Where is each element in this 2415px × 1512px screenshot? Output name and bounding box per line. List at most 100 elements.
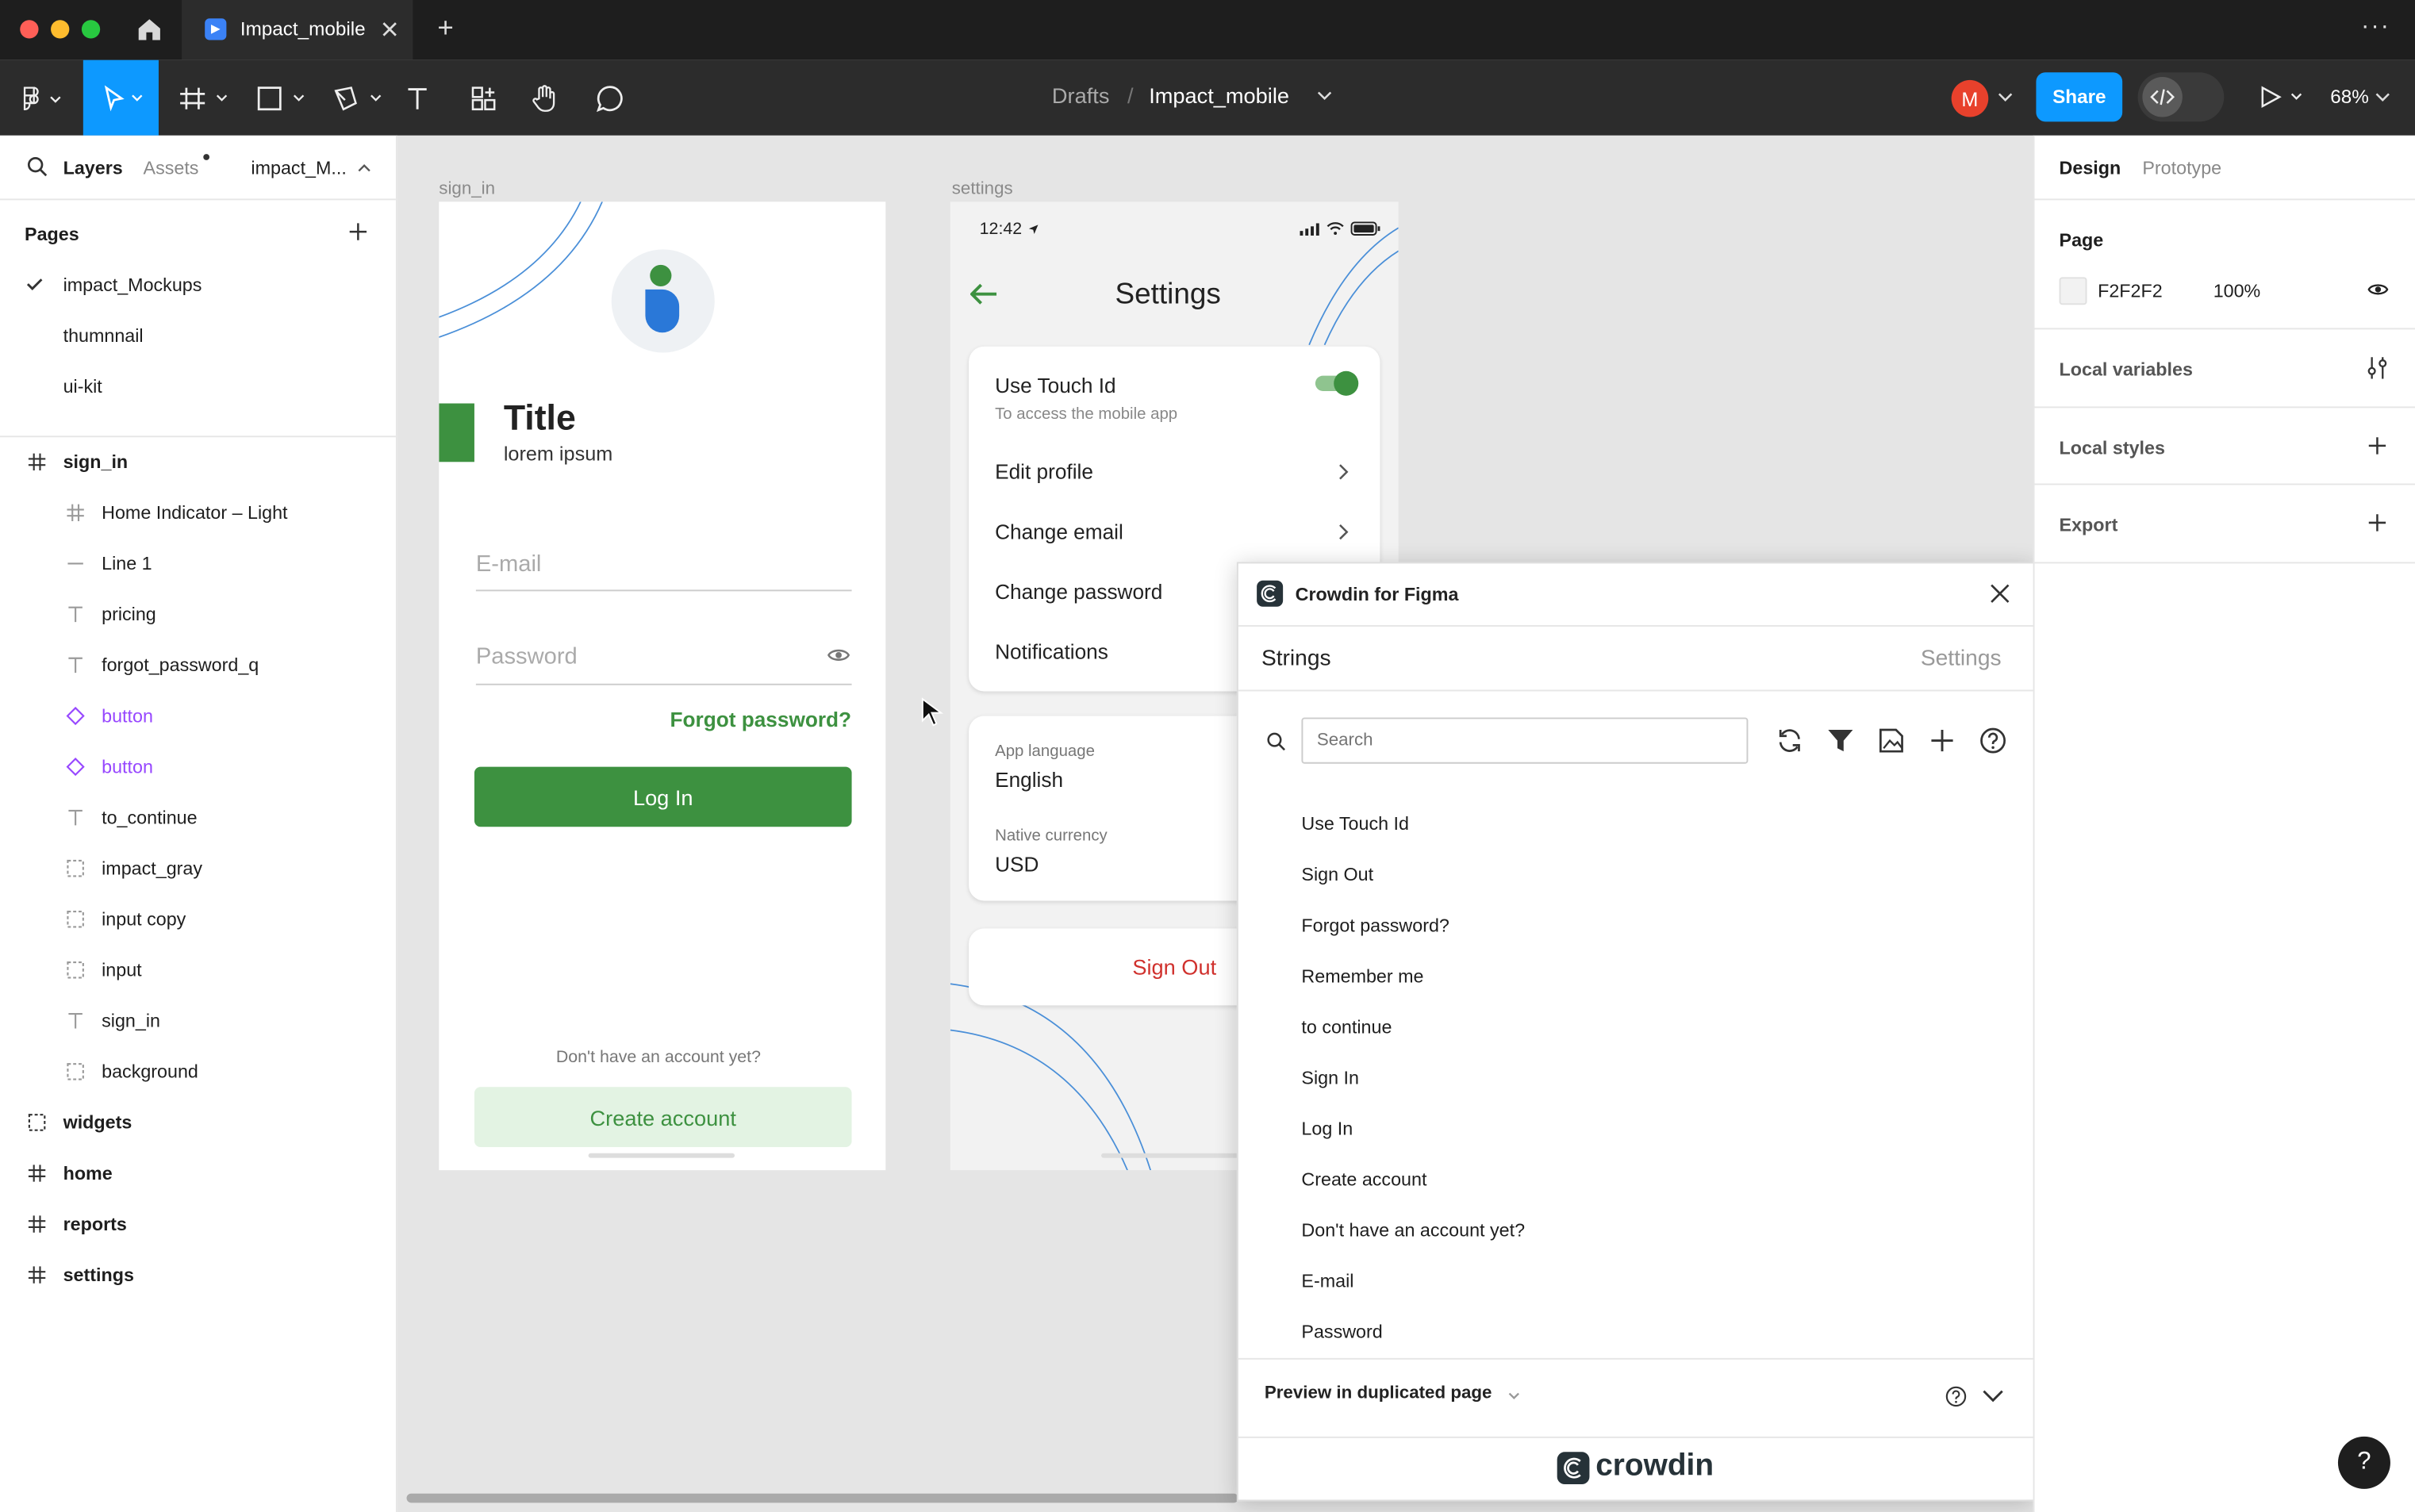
page-color-swatch[interactable] <box>2059 277 2087 305</box>
string-item[interactable]: Sign Out <box>1301 864 1373 885</box>
eye-icon[interactable] <box>2367 282 2389 297</box>
change-password-item[interactable]: Change password <box>995 581 1162 604</box>
layer-item[interactable]: forgot_password_q <box>0 639 396 689</box>
close-icon[interactable] <box>1990 584 2010 604</box>
chevron-down-icon[interactable] <box>1998 91 2013 104</box>
page-item-impact-mockups[interactable]: impact_Mockups <box>0 259 396 309</box>
tab-layers[interactable]: Layers <box>63 157 123 178</box>
layer-item[interactable]: settings <box>0 1249 396 1299</box>
forgot-password-link[interactable]: Forgot password? <box>670 708 851 731</box>
frame-tool-button[interactable] <box>172 60 234 136</box>
hand-tool-button[interactable] <box>527 60 564 136</box>
back-arrow-icon[interactable] <box>970 283 998 305</box>
notifications-item[interactable]: Notifications <box>995 640 1108 663</box>
avatar[interactable]: M <box>1951 79 1989 117</box>
home-icon[interactable] <box>136 15 163 43</box>
shape-tool-button[interactable] <box>249 60 311 136</box>
add-icon[interactable] <box>1929 728 1954 753</box>
log-in-button[interactable]: Log In <box>474 766 852 827</box>
layer-item[interactable]: sign_in <box>0 436 396 486</box>
filter-icon[interactable] <box>1826 727 1854 754</box>
preview-dropdown[interactable]: Preview in duplicated page <box>1265 1384 1492 1403</box>
search-icon[interactable] <box>26 155 48 177</box>
layer-item[interactable]: impact_gray <box>0 842 396 893</box>
layer-item[interactable]: button <box>0 690 396 741</box>
breadcrumb-drafts[interactable]: Drafts <box>1052 83 1109 108</box>
local-styles-section[interactable]: Local styles <box>2034 408 2415 485</box>
app-language-value[interactable]: English <box>995 769 1063 792</box>
edit-profile-item[interactable]: Edit profile <box>995 460 1093 483</box>
layer-item[interactable]: Line 1 <box>0 537 396 588</box>
page-opacity-value[interactable]: 100% <box>2213 280 2261 301</box>
page-item-ui-kit[interactable]: ui-kit <box>0 360 396 411</box>
file-name[interactable]: Impact_mobile <box>1149 83 1289 108</box>
help-icon[interactable] <box>1945 1386 1967 1407</box>
layer-item[interactable]: button <box>0 741 396 792</box>
string-item[interactable]: Remember me <box>1301 965 1423 987</box>
layer-item[interactable]: reports <box>0 1198 396 1249</box>
text-tool-button[interactable] <box>399 60 436 136</box>
string-item[interactable]: Sign In <box>1301 1067 1359 1088</box>
frame-sign-in[interactable]: Title lorem ipsum E-mail Password Forgot… <box>439 201 886 1171</box>
tab-settings[interactable]: Settings <box>1921 647 2002 671</box>
tab-assets[interactable]: Assets <box>144 157 199 178</box>
refresh-icon[interactable] <box>1776 727 1803 754</box>
dev-mode-toggle[interactable] <box>2137 72 2225 122</box>
close-window-button[interactable] <box>20 20 39 39</box>
layer-item[interactable]: input <box>0 944 396 995</box>
change-email-item[interactable]: Change email <box>995 520 1123 543</box>
layer-item[interactable]: sign_in <box>0 995 396 1046</box>
eye-icon[interactable] <box>827 647 850 663</box>
file-tab[interactable]: Impact_mobile <box>182 0 413 60</box>
add-icon[interactable] <box>2367 512 2387 532</box>
string-item[interactable]: to continue <box>1301 1016 1392 1038</box>
add-icon[interactable] <box>2367 436 2387 455</box>
local-variables-section[interactable]: Local variables <box>2034 329 2415 409</box>
share-button[interactable]: Share <box>2036 72 2123 122</box>
native-currency-value[interactable]: USD <box>995 853 1039 876</box>
page-switcher[interactable]: impact_M... <box>251 157 346 178</box>
chevron-down-icon[interactable] <box>1317 90 1332 102</box>
present-button[interactable] <box>2258 85 2310 109</box>
variables-icon[interactable] <box>2366 355 2389 380</box>
string-item[interactable]: Don't have an account yet? <box>1301 1219 1525 1241</box>
search-input[interactable] <box>1301 717 1749 764</box>
zoom-level[interactable]: 68% <box>2330 86 2369 108</box>
frame-label-sign-in[interactable]: sign_in <box>439 180 495 198</box>
string-item[interactable]: Use Touch Id <box>1301 813 1409 835</box>
frame-label-settings[interactable]: settings <box>952 180 1013 198</box>
layer-item[interactable]: home <box>0 1147 396 1198</box>
email-field[interactable]: E-mail <box>476 551 542 578</box>
password-field[interactable]: Password <box>476 643 578 670</box>
new-tab-button[interactable]: + <box>437 13 453 45</box>
string-item[interactable]: Forgot password? <box>1301 915 1449 936</box>
pen-tool-button[interactable] <box>327 60 389 136</box>
page-item-thumnnail[interactable]: thumnnail <box>0 309 396 360</box>
touch-id-toggle[interactable] <box>1315 370 1359 396</box>
chevron-down-icon[interactable] <box>1508 1392 1521 1402</box>
string-item[interactable]: Create account <box>1301 1169 1426 1190</box>
layer-item[interactable]: widgets <box>0 1096 396 1147</box>
close-tab-icon[interactable] <box>381 20 399 38</box>
canvas-scrollbar[interactable] <box>406 1493 1238 1503</box>
string-item[interactable]: Password <box>1301 1321 1382 1342</box>
string-item[interactable]: E-mail <box>1301 1270 1353 1291</box>
chevron-down-icon[interactable] <box>1982 1389 2003 1403</box>
more-menu-button[interactable]: ··· <box>2361 13 2390 41</box>
resources-tool-button[interactable] <box>465 60 502 136</box>
move-tool-button[interactable] <box>83 59 159 136</box>
layer-item[interactable]: pricing <box>0 588 396 639</box>
screenshot-icon[interactable] <box>1877 727 1905 754</box>
sign-out-button[interactable]: Sign Out <box>1132 954 1216 979</box>
page-color-value[interactable]: F2F2F2 <box>2098 280 2163 301</box>
main-menu-button[interactable] <box>10 60 71 136</box>
help-button[interactable]: ? <box>2337 1436 2390 1489</box>
tab-strings[interactable]: Strings <box>1261 647 1331 671</box>
layer-item[interactable]: to_continue <box>0 792 396 842</box>
export-section[interactable]: Export <box>2034 485 2415 564</box>
layer-item[interactable]: input copy <box>0 893 396 944</box>
minimize-window-button[interactable] <box>51 20 70 39</box>
string-item[interactable]: Log In <box>1301 1118 1353 1139</box>
help-icon[interactable] <box>1979 727 2007 754</box>
layer-item[interactable]: background <box>0 1046 396 1096</box>
